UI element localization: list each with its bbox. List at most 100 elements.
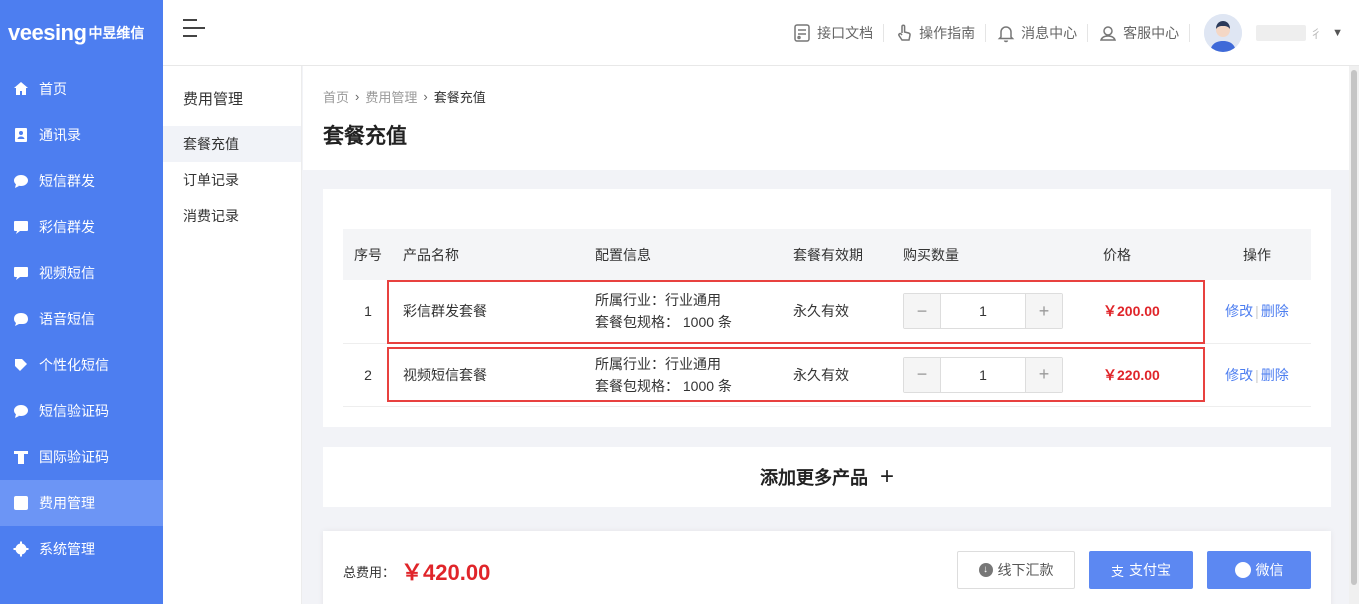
vertical-scrollbar[interactable] bbox=[1349, 66, 1359, 604]
delete-link[interactable]: 删除 bbox=[1261, 303, 1289, 319]
sidebar-item-label: 短信验证码 bbox=[39, 403, 109, 419]
yen-icon bbox=[13, 495, 29, 511]
decrease-button[interactable]: − bbox=[904, 357, 941, 392]
sidebar-item-label: 国际验证码 bbox=[39, 449, 109, 465]
chevron-right-icon: › bbox=[423, 89, 428, 104]
title-area: 首页 › 费用管理 › 套餐充值 套餐充值 bbox=[303, 66, 1349, 170]
sidebar-item-6[interactable]: 个性化短信 bbox=[0, 342, 163, 388]
sidebar-item-7[interactable]: 短信验证码 bbox=[0, 388, 163, 434]
logo-brand-cn: 中昱维信 bbox=[88, 25, 145, 41]
sidebar-item-label: 通讯录 bbox=[39, 127, 81, 143]
sidebar-item-label: 语音短信 bbox=[39, 311, 95, 327]
gear-icon bbox=[13, 541, 29, 557]
sidebar-item-4[interactable]: 视频短信 bbox=[0, 250, 163, 296]
sidebar-item-0[interactable]: 首页 bbox=[0, 66, 163, 112]
sidebar-item-label: 费用管理 bbox=[39, 495, 95, 511]
products-table: 序号 产品名称 配置信息 套餐有效期 购买数量 价格 操作 1 彩信群发套餐 所… bbox=[343, 229, 1311, 407]
support-center-link[interactable]: 客服中心 bbox=[1088, 24, 1191, 42]
add-more-label: 添加更多产品 bbox=[759, 468, 868, 488]
username-suffix: 彳 bbox=[1310, 26, 1323, 41]
increase-button[interactable]: + bbox=[1025, 357, 1062, 392]
logo-brand: veesing bbox=[8, 20, 87, 45]
table-row: 2 视频短信套餐 所属行业：行业通用 套餐包规格： 1000 条 永久有效 − … bbox=[343, 343, 1311, 407]
scrollbar-thumb[interactable] bbox=[1351, 70, 1357, 585]
quantity-input[interactable] bbox=[941, 294, 1025, 329]
sidebar-item-label: 短信群发 bbox=[39, 173, 95, 189]
alipay-button[interactable]: 支 支付宝 bbox=[1089, 551, 1193, 589]
add-more-products-button[interactable]: 添加更多产品 + bbox=[323, 447, 1331, 507]
quantity-cell: − + bbox=[903, 343, 1103, 407]
action-separator: | bbox=[1255, 366, 1259, 383]
bell-icon bbox=[997, 26, 1015, 43]
sidebar-item-3[interactable]: 彩信群发 bbox=[0, 204, 163, 250]
edit-link[interactable]: 修改 bbox=[1225, 303, 1253, 319]
alipay-icon: 支 bbox=[1110, 563, 1124, 579]
sidebar-item-label: 首页 bbox=[39, 81, 67, 97]
action-separator: | bbox=[1255, 303, 1259, 320]
breadcrumb-home[interactable]: 首页 bbox=[323, 87, 349, 106]
top-header: 接口文档 操作指南 消息中心 客服中心 彳 ▼ bbox=[163, 0, 1359, 66]
subnav-item-order-records[interactable]: 订单记录 bbox=[163, 162, 301, 198]
payment-buttons: ↓ 线下汇款 支 支付宝 微信 bbox=[943, 551, 1311, 589]
home-icon bbox=[13, 81, 29, 97]
breadcrumb-current: 套餐充值 bbox=[433, 90, 486, 105]
message-center-label: 消息中心 bbox=[1021, 25, 1078, 41]
voice-sms-icon bbox=[13, 311, 29, 327]
breadcrumb-parent[interactable]: 费用管理 bbox=[365, 87, 417, 106]
wechat-label: 微信 bbox=[1255, 562, 1284, 578]
col-price: 价格 bbox=[1103, 246, 1131, 263]
sidebar-item-8[interactable]: 国际验证码 bbox=[0, 434, 163, 480]
config-industry: 所属行业：行业通用 bbox=[595, 292, 721, 309]
api-doc-label: 接口文档 bbox=[817, 25, 874, 41]
header-links: 接口文档 操作指南 消息中心 客服中心 彳 ▼ bbox=[782, 0, 1359, 66]
edit-link[interactable]: 修改 bbox=[1225, 367, 1253, 383]
delete-link[interactable]: 删除 bbox=[1261, 367, 1289, 383]
sidebar-item-5[interactable]: 语音短信 bbox=[0, 296, 163, 342]
api-doc-link[interactable]: 接口文档 bbox=[782, 24, 885, 42]
quantity-input[interactable] bbox=[941, 357, 1025, 392]
guide-link[interactable]: 操作指南 bbox=[884, 24, 987, 42]
decrease-button[interactable]: − bbox=[904, 294, 941, 329]
message-center-link[interactable]: 消息中心 bbox=[986, 24, 1089, 43]
offline-remittance-button[interactable]: ↓ 线下汇款 bbox=[957, 551, 1075, 589]
download-circle-icon: ↓ bbox=[978, 563, 993, 577]
mms-icon bbox=[13, 219, 29, 235]
sidebar-item-label: 系统管理 bbox=[39, 541, 95, 557]
config-industry: 所属行业：行业通用 bbox=[595, 355, 721, 372]
contacts-icon bbox=[13, 127, 29, 143]
menu-toggle-icon[interactable] bbox=[183, 19, 207, 43]
subnav-item-consumption-records[interactable]: 消费记录 bbox=[163, 198, 301, 234]
col-actions: 操作 bbox=[1243, 246, 1271, 263]
wechat-icon bbox=[1234, 562, 1251, 578]
sidebar-item-1[interactable]: 通讯录 bbox=[0, 112, 163, 158]
sidebar-item-10[interactable]: 系统管理 bbox=[0, 526, 163, 572]
products-card: 序号 产品名称 配置信息 套餐有效期 购买数量 价格 操作 1 彩信群发套餐 所… bbox=[323, 189, 1331, 427]
username[interactable]: 彳 bbox=[1256, 24, 1326, 42]
user-avatar[interactable] bbox=[1204, 14, 1243, 52]
total-label: 总费用： bbox=[343, 564, 396, 580]
subnav-item-package-recharge[interactable]: 套餐充值 bbox=[163, 126, 301, 162]
guide-label: 操作指南 bbox=[919, 25, 976, 41]
sidebar-item-9[interactable]: 费用管理 bbox=[0, 480, 163, 526]
col-validity: 套餐有效期 bbox=[793, 246, 863, 263]
logo[interactable]: veesing 中昱维信 bbox=[0, 0, 163, 66]
product-config: 所属行业：行业通用 套餐包规格： 1000 条 bbox=[595, 343, 793, 407]
left-sidebar: veesing 中昱维信 首页通讯录短信群发彩信群发 视频短信语音短信个性化短信短… bbox=[0, 0, 163, 604]
col-config: 配置信息 bbox=[595, 246, 651, 263]
price: ￥220.00 bbox=[1103, 343, 1203, 407]
product-config: 所属行业：行业通用 套餐包规格： 1000 条 bbox=[595, 280, 793, 344]
caret-down-icon[interactable]: ▼ bbox=[1332, 27, 1343, 39]
increase-button[interactable]: + bbox=[1025, 294, 1062, 329]
offline-label: 线下汇款 bbox=[997, 562, 1054, 578]
validity: 永久有效 bbox=[793, 343, 903, 407]
video-sms-icon bbox=[13, 265, 29, 281]
quantity-stepper: − + bbox=[903, 293, 1063, 330]
wechat-pay-button[interactable]: 微信 bbox=[1207, 551, 1311, 589]
avatar-icon bbox=[1204, 14, 1243, 52]
product-name: 彩信群发套餐 bbox=[393, 280, 595, 344]
sidebar-item-2[interactable]: 短信群发 bbox=[0, 158, 163, 204]
api-doc-icon bbox=[794, 24, 810, 42]
plus-icon: + bbox=[879, 463, 894, 490]
actions-cell: 修改 | 删除 bbox=[1203, 280, 1311, 344]
table-row: 1 彩信群发套餐 所属行业：行业通用 套餐包规格： 1000 条 永久有效 − … bbox=[343, 280, 1311, 344]
